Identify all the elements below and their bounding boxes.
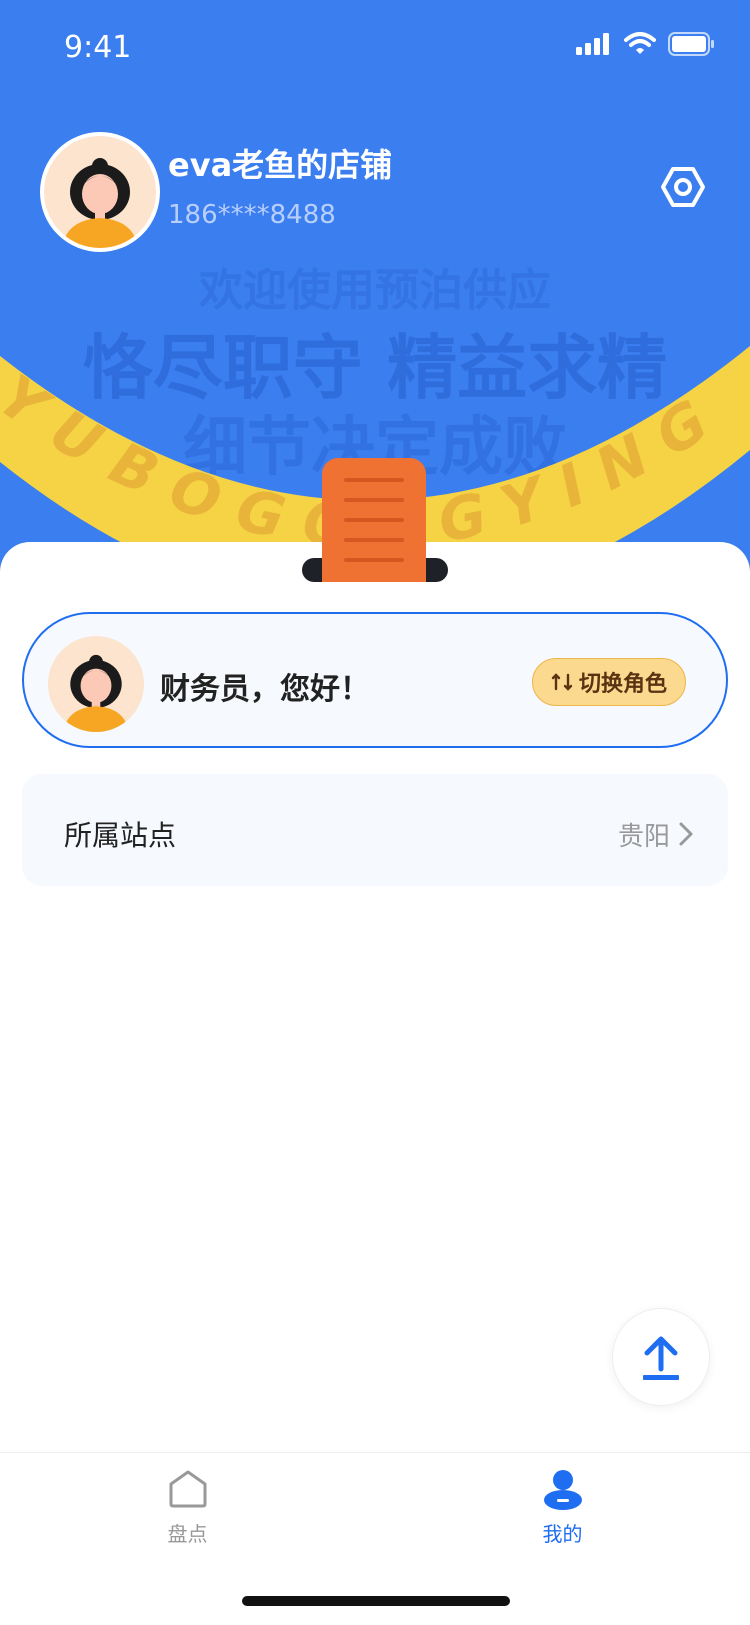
phone-number: 186****8488: [168, 200, 336, 230]
tab-inventory[interactable]: 盘点: [0, 1468, 375, 1547]
station-value: 贵阳: [618, 822, 671, 852]
badge-tag-line: [344, 478, 404, 482]
shop-name: eva老鱼的店铺: [168, 146, 393, 184]
role-avatar: [48, 636, 144, 732]
switch-role-label: 切换角色: [578, 672, 667, 697]
home-outline-icon: [169, 1470, 206, 1508]
badge-tag-line: [344, 498, 404, 502]
signal-icon: [576, 33, 609, 55]
switch-role-button[interactable]: 切换角色: [532, 658, 686, 706]
avatar-figure-icon: [62, 158, 138, 248]
tab-inventory-label: 盘点: [167, 1522, 208, 1546]
user-icon: [543, 1470, 582, 1510]
badge-tag-line: [344, 538, 404, 542]
badge-tag-line: [344, 558, 404, 562]
station-label: 所属站点: [64, 819, 177, 852]
chevron-right-icon: [679, 822, 693, 846]
badge-tag-line: [344, 518, 404, 522]
swap-icon: [551, 673, 573, 691]
role-greeting: 财务员，您好！: [160, 672, 370, 707]
battery-icon: [668, 32, 714, 56]
tab-mine[interactable]: 我的: [375, 1468, 750, 1547]
status-icons: [576, 32, 714, 56]
home-indicator: [242, 1596, 510, 1606]
profile-avatar[interactable]: [40, 132, 160, 252]
status-time: 9:41: [64, 30, 132, 65]
wifi-icon: [624, 32, 656, 54]
avatar-figure-icon: [63, 654, 129, 732]
tab-mine-label: 我的: [542, 1522, 583, 1546]
settings-icon[interactable]: [660, 164, 706, 210]
upload-button[interactable]: [612, 1308, 710, 1406]
upload-arrow-icon: [643, 1336, 679, 1380]
